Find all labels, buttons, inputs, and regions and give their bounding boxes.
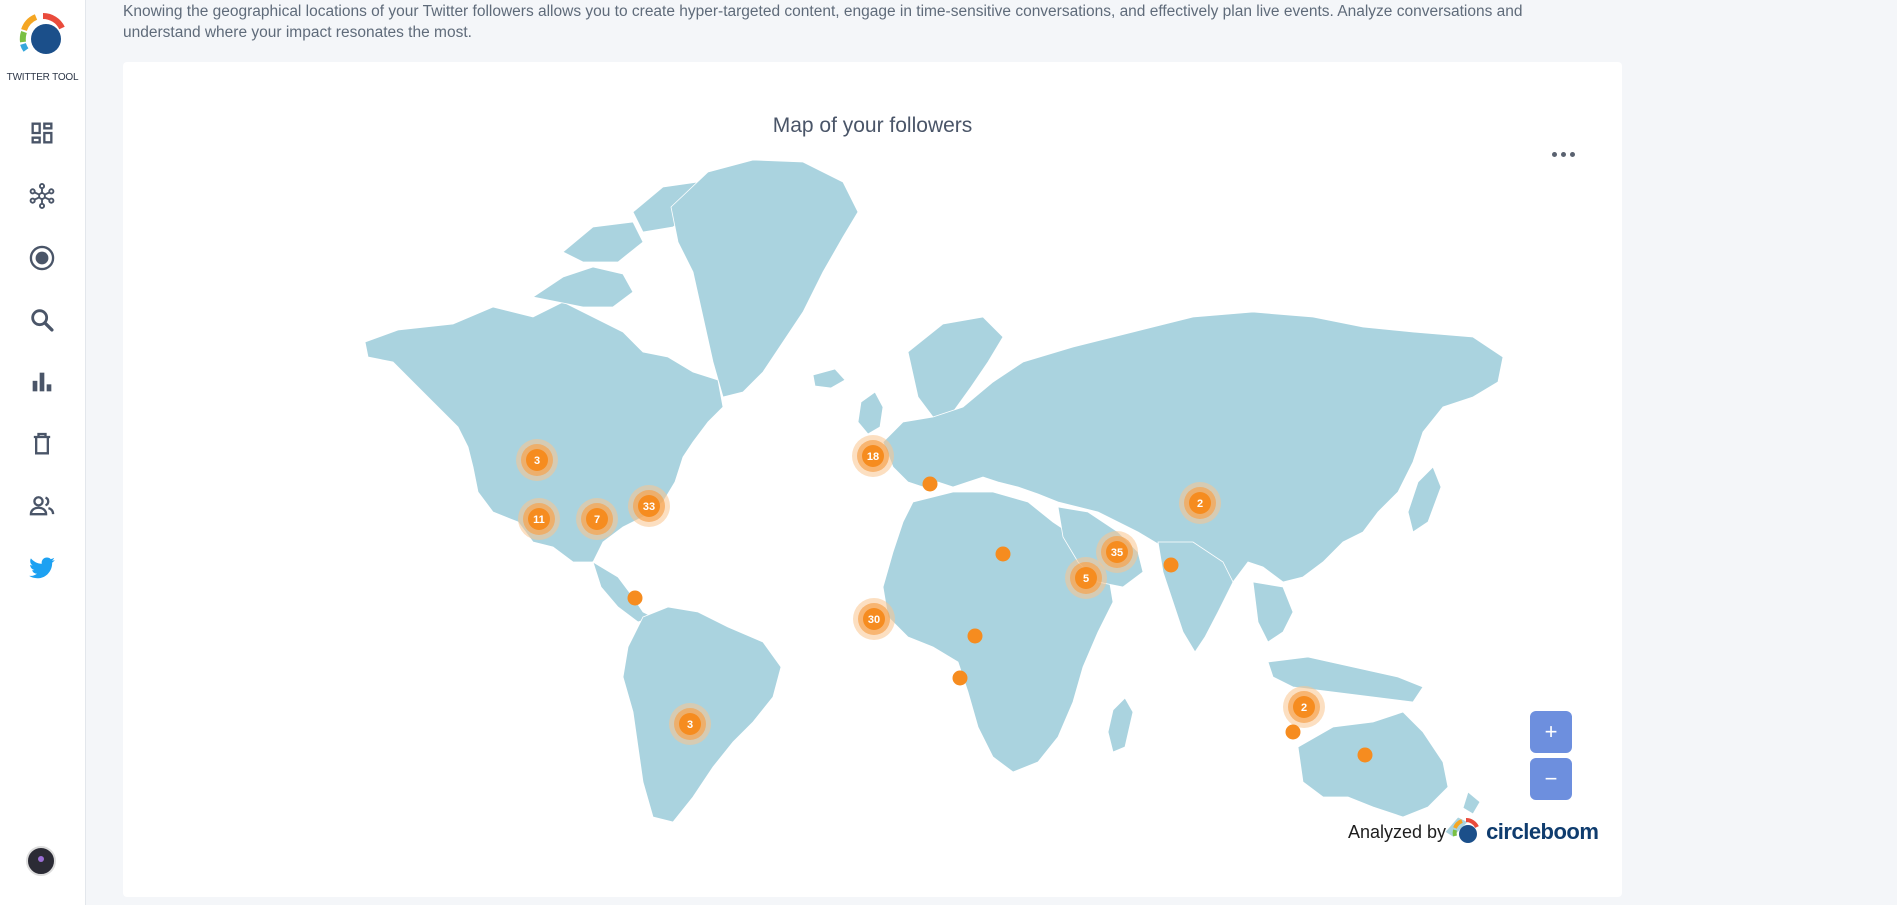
japan-shape	[1407, 466, 1442, 533]
cluster-marker[interactable]: 35	[1096, 531, 1138, 573]
page-description: Knowing the geographical locations of yo…	[123, 3, 1523, 41]
southeast-asia-shape	[1252, 581, 1424, 703]
cluster-count: 3	[687, 719, 693, 731]
follower-marker[interactable]	[952, 670, 968, 686]
cluster-marker[interactable]: 30	[853, 598, 895, 640]
circleboom-logo-icon	[1452, 818, 1479, 843]
circleboom-brand: circleboom	[1486, 819, 1599, 844]
network-icon	[29, 183, 55, 209]
people-icon	[29, 496, 55, 516]
analyzed-by: Analyzed by circleboom	[1348, 818, 1599, 846]
sidebar-item-twitter[interactable]	[22, 548, 62, 588]
analyzed-by-label: Analyzed by	[1348, 821, 1447, 842]
cluster-marker[interactable]: 33	[628, 485, 670, 527]
australia-shape	[1297, 711, 1449, 818]
cluster-marker[interactable]: 3	[516, 439, 558, 481]
follower-marker[interactable]	[1357, 747, 1373, 763]
follower-marker[interactable]	[627, 590, 643, 606]
follower-marker[interactable]	[967, 628, 983, 644]
sidebar-item-followers[interactable]	[22, 486, 62, 526]
madagascar-shape	[1107, 697, 1134, 753]
follower-marker[interactable]	[995, 546, 1011, 562]
sidebar-item-search[interactable]	[22, 300, 62, 340]
app-name: TWITTER TOOL	[6, 72, 79, 83]
cluster-marker[interactable]: 2	[1179, 482, 1221, 524]
follower-marker[interactable]	[922, 476, 938, 492]
follower-marker[interactable]	[1163, 557, 1179, 573]
search-icon	[31, 309, 54, 332]
cluster-count: 5	[1083, 573, 1089, 585]
world-map[interactable]: 311 7333183053522	[123, 62, 1622, 897]
twitter-icon	[29, 557, 55, 579]
cluster-count: 11	[533, 514, 545, 526]
bar-chart-icon	[32, 372, 52, 392]
zoom-out-button[interactable]: −	[1530, 758, 1572, 800]
sidebar-item-target[interactable]	[22, 238, 62, 278]
cluster-marker[interactable]: 7	[576, 498, 618, 540]
cluster-count: 18	[867, 451, 879, 463]
sidebar-item-dashboard[interactable]	[22, 113, 62, 153]
sidebar-item-network[interactable]	[22, 176, 62, 216]
sidebar-item-analytics[interactable]	[22, 362, 62, 402]
cluster-count: 2	[1301, 702, 1307, 714]
cluster-marker[interactable]: 3	[669, 703, 711, 745]
central-america-shape	[592, 561, 655, 623]
cluster-marker[interactable]: 18	[852, 435, 894, 477]
dashboard-icon	[31, 122, 53, 144]
uk-shape	[857, 391, 884, 435]
iceland-shape	[812, 368, 846, 389]
user-avatar[interactable]	[26, 846, 56, 876]
cluster-count: 3	[534, 455, 540, 467]
sidebar-item-delete[interactable]	[22, 424, 62, 464]
cluster-marker[interactable]: 11	[518, 498, 560, 540]
cluster-count: 33	[643, 501, 655, 513]
app-logo[interactable]	[18, 12, 68, 62]
cluster-count: 2	[1197, 498, 1203, 510]
cluster-count: 30	[868, 614, 880, 626]
follower-marker[interactable]	[1285, 724, 1301, 740]
trash-icon	[33, 432, 51, 455]
target-icon	[29, 245, 55, 271]
cluster-count: 7	[594, 514, 600, 526]
greenland-shape	[670, 159, 859, 398]
map-card: Map of your followers 3 11 7 33 3 18 30 …	[123, 62, 1622, 897]
cluster-count: 35	[1111, 547, 1123, 559]
cluster-marker[interactable]: 2	[1283, 686, 1325, 728]
zoom-in-button[interactable]: +	[1530, 711, 1572, 753]
sidebar: TWITTER TOOL	[0, 0, 86, 905]
